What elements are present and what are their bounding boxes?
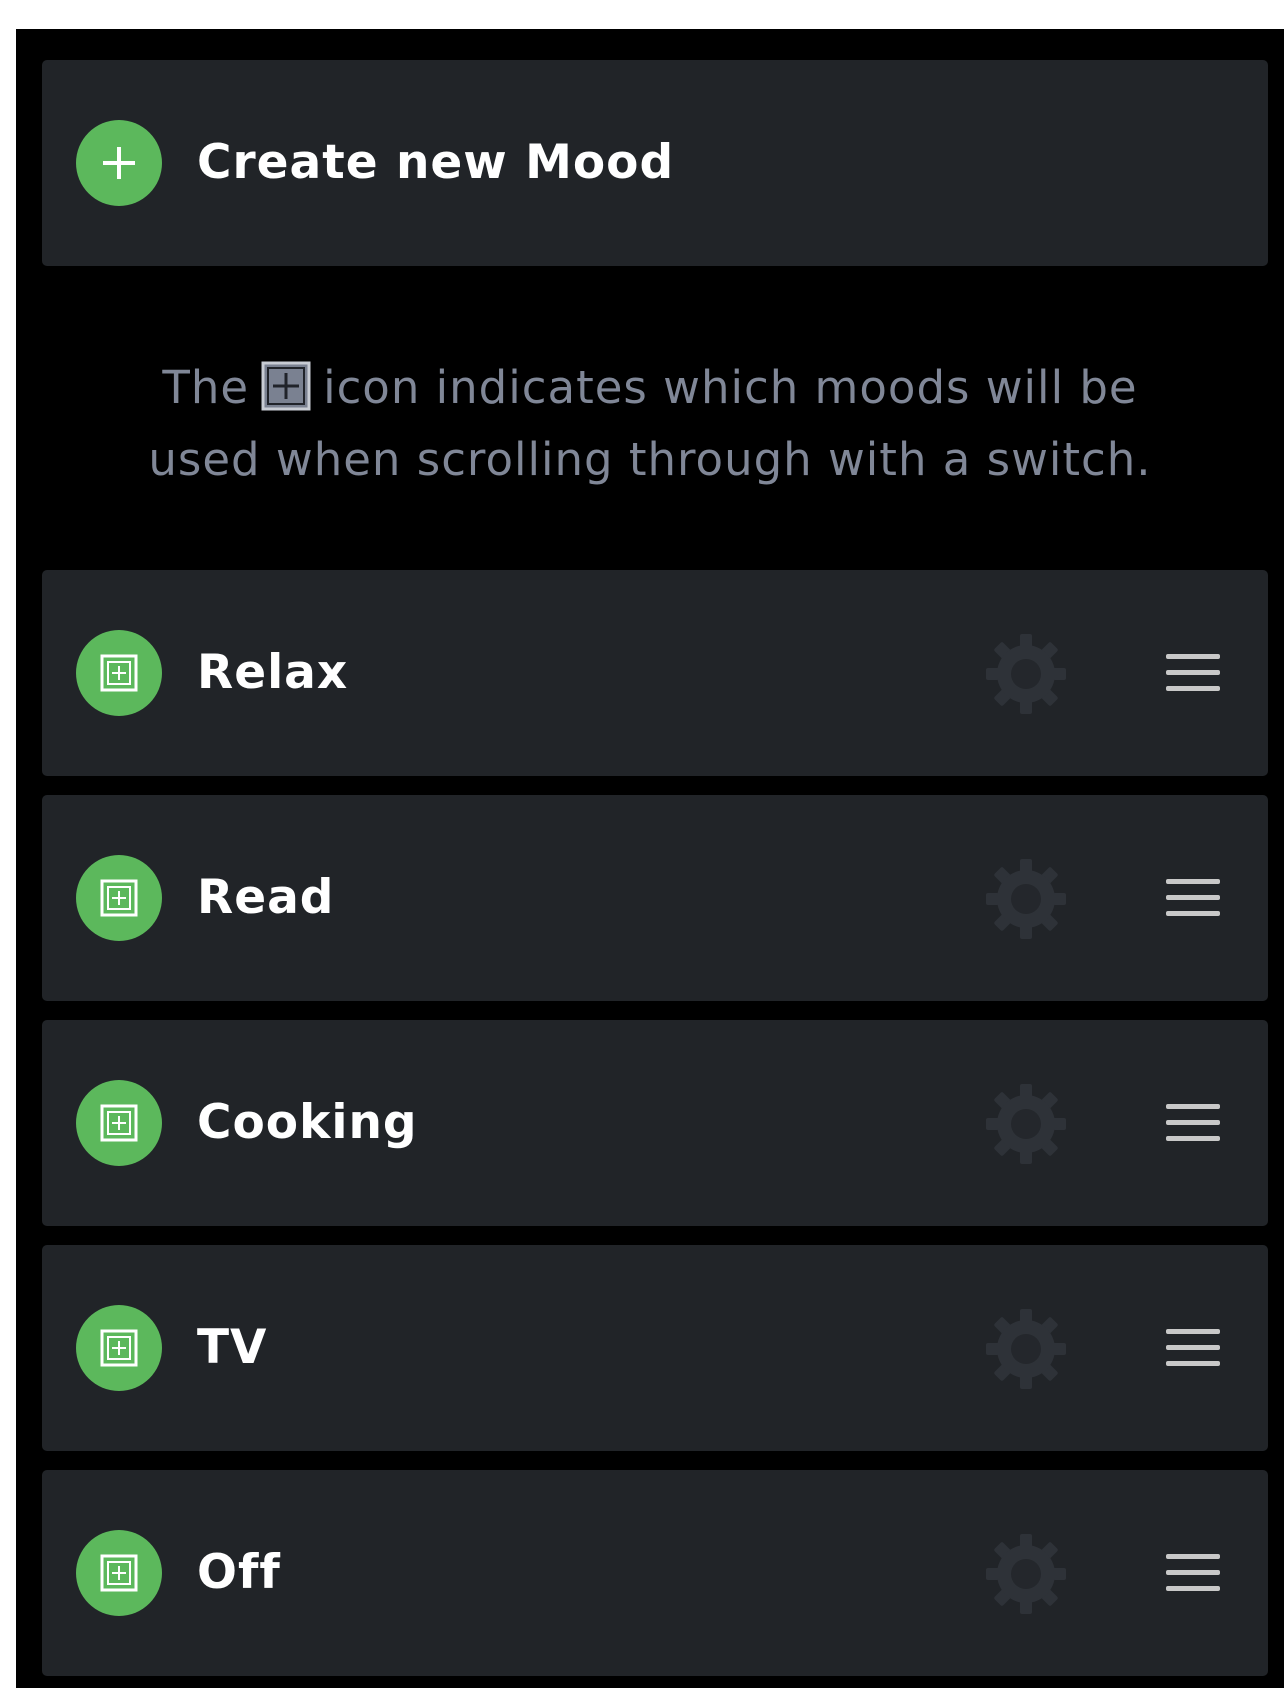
switch-scroll-icon [100, 879, 138, 917]
info-text-before: The [162, 361, 250, 414]
drag-handle-icon[interactable] [1166, 1552, 1220, 1594]
info-text-after: icon indicates which moods will be [323, 361, 1138, 414]
mood-row-tv[interactable]: TV [42, 1245, 1268, 1451]
drag-handle-icon[interactable] [1166, 652, 1220, 694]
moods-screen: Create new Mood The icon indicates which… [16, 29, 1284, 1688]
drag-handle-icon[interactable] [1166, 1102, 1220, 1144]
gear-icon[interactable] [984, 1307, 1068, 1391]
gear-icon[interactable] [984, 1532, 1068, 1616]
mood-label: TV [197, 1320, 268, 1375]
switch-scroll-icon [100, 1554, 138, 1592]
drag-handle-icon[interactable] [1166, 877, 1220, 919]
create-mood-label: Create new Mood [197, 135, 675, 190]
gear-icon[interactable] [984, 1082, 1068, 1166]
mood-scroll-toggle[interactable] [76, 855, 162, 941]
mood-row-relax[interactable]: Relax [42, 570, 1268, 776]
switch-scroll-icon [100, 1104, 138, 1142]
info-text: The icon indicates which moods will be u… [16, 352, 1284, 496]
mood-row-read[interactable]: Read [42, 795, 1268, 1001]
drag-handle-icon[interactable] [1166, 1327, 1220, 1369]
mood-scroll-toggle[interactable] [76, 630, 162, 716]
mood-row-cooking[interactable]: Cooking [42, 1020, 1268, 1226]
gear-icon[interactable] [984, 857, 1068, 941]
mood-scroll-toggle[interactable] [76, 1305, 162, 1391]
mood-label: Relax [197, 645, 349, 700]
gear-icon[interactable] [984, 632, 1068, 716]
mood-row-off[interactable]: Off [42, 1470, 1268, 1676]
mood-scroll-toggle[interactable] [76, 1530, 162, 1616]
switch-scroll-icon [100, 1329, 138, 1367]
create-mood-icon-circle[interactable] [76, 120, 162, 206]
create-mood-button[interactable]: Create new Mood [42, 60, 1268, 266]
mood-label: Read [197, 870, 335, 925]
switch-scroll-icon [261, 360, 311, 411]
info-line-1: The icon indicates which moods will be [16, 352, 1284, 424]
plus-icon [103, 147, 135, 179]
mood-scroll-toggle[interactable] [76, 1080, 162, 1166]
switch-scroll-icon [100, 654, 138, 692]
mood-label: Off [197, 1545, 281, 1600]
info-line-2: used when scrolling through with a switc… [148, 433, 1152, 486]
mood-label: Cooking [197, 1095, 418, 1150]
